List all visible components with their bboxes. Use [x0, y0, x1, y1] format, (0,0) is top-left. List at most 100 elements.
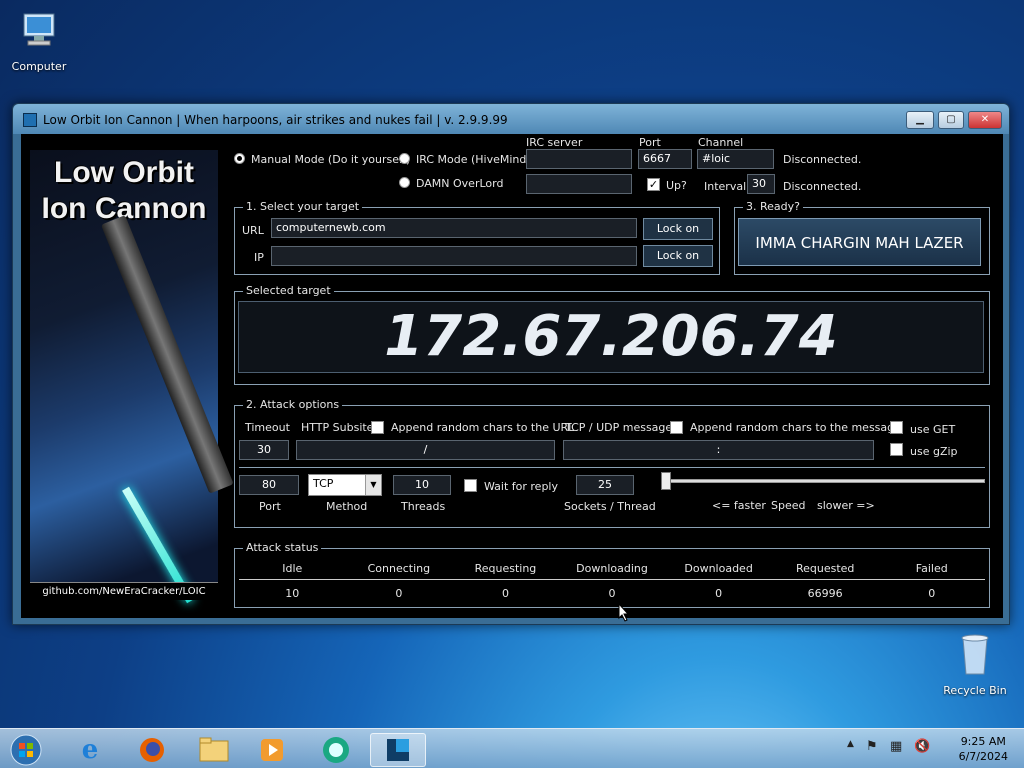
loic-banner-image: Low Orbit Ion Cannon [30, 150, 234, 604]
http-subsite-label: HTTP Subsite [301, 421, 374, 434]
manual-mode-radio[interactable] [234, 153, 245, 164]
network-icon[interactable]: ▦ [890, 739, 902, 754]
desktop-icon-computer[interactable]: Computer [4, 8, 74, 73]
status-header: Requesting [474, 562, 537, 575]
github-link[interactable]: github.com/NewEraCracker/LOIC [30, 582, 218, 600]
sockets-input[interactable]: 25 [576, 475, 634, 495]
lock-on-ip-button[interactable]: Lock on [643, 245, 713, 267]
irc-server-input[interactable] [526, 149, 632, 169]
ready-title: 3. Ready? [743, 200, 803, 213]
port-input[interactable]: 80 [239, 475, 299, 495]
app-icon [323, 737, 349, 763]
selected-target-ip: 172.67.206.74 [238, 301, 984, 373]
status-value: 0 [715, 587, 723, 600]
window-title: Low Orbit Ion Cannon | When harpoons, ai… [43, 113, 508, 127]
http-subsite-input[interactable]: / [296, 440, 555, 460]
ip-label: IP [254, 251, 264, 264]
action-center-flag-icon[interactable]: ⚑ [866, 739, 878, 754]
taskbar-internet-explorer[interactable]: e [62, 733, 118, 767]
taskbar-loic[interactable] [370, 733, 426, 767]
start-button[interactable] [2, 733, 50, 767]
threads-input[interactable]: 10 [393, 475, 451, 495]
sockets-label: Sockets / Thread [564, 500, 656, 513]
close-button[interactable]: ✕ [968, 111, 1002, 129]
status-value: 10 [285, 587, 300, 600]
folder-icon [199, 737, 229, 762]
attack-status-title: Attack status [243, 541, 322, 554]
slower-label: slower => [817, 499, 875, 512]
append-url-checkbox[interactable] [371, 421, 384, 434]
wait-reply-checkbox[interactable] [464, 479, 477, 492]
status-value-row: 10 0 0 0 0 66996 0 [239, 587, 985, 603]
system-clock[interactable]: 9:25 AM 6/7/2024 [959, 734, 1008, 764]
method-select[interactable]: TCP ▼ [308, 474, 382, 496]
loic-taskbar-icon [387, 739, 409, 761]
irc-status-1: Disconnected. [783, 153, 862, 166]
status-value: 66996 [807, 587, 843, 600]
desktop-icon-label: Recycle Bin [943, 684, 1007, 697]
tcp-udp-label: TCP / UDP message [565, 421, 673, 434]
computer-icon [23, 13, 55, 46]
threads-label: Threads [401, 500, 446, 513]
taskbar-explorer[interactable] [186, 733, 242, 767]
desktop-icon-recycle-bin[interactable]: Recycle Bin [940, 630, 1010, 697]
ip-input[interactable] [271, 246, 637, 266]
status-value: 0 [928, 587, 936, 600]
faster-label: <= faster [712, 499, 766, 512]
irc-status-2: Disconnected. [783, 180, 862, 193]
irc-server-label: IRC server [526, 136, 583, 149]
irc-port-label: Port [639, 136, 661, 149]
use-get-checkbox[interactable] [890, 421, 903, 434]
taskbar-app[interactable] [308, 733, 364, 767]
status-header: Downloading [576, 562, 648, 575]
append-msg-label: Append random chars to the message [690, 421, 901, 434]
timeout-input[interactable]: 30 [239, 440, 289, 460]
tcp-udp-input[interactable]: : [563, 440, 874, 460]
status-divider [239, 579, 985, 580]
desktop-icon-label: Computer [11, 60, 67, 73]
irc-channel-input[interactable]: #loic [697, 149, 774, 169]
append-msg-checkbox[interactable] [670, 421, 683, 434]
interval-label: Interval: [704, 180, 750, 193]
volume-muted-icon[interactable]: 🔇 [914, 739, 930, 754]
timeout-label: Timeout [245, 421, 290, 434]
up-checkbox[interactable]: ✓ [647, 178, 660, 191]
status-header: Requested [795, 562, 855, 575]
clock-date: 6/7/2024 [958, 750, 1008, 763]
interval-input[interactable]: 30 [747, 174, 775, 194]
firefox-icon [140, 738, 164, 762]
manual-mode-label: Manual Mode (Do it yourself) [251, 153, 411, 166]
overlord-server-input[interactable] [526, 174, 632, 194]
lock-on-url-button[interactable]: Lock on [643, 218, 713, 240]
chevron-down-icon[interactable]: ▼ [365, 475, 381, 495]
status-header: Downloaded [684, 562, 753, 575]
taskbar-firefox[interactable] [124, 733, 180, 767]
banner-title-line1: Low Orbit [54, 156, 194, 189]
overlord-mode-radio[interactable] [399, 177, 410, 188]
speed-slider-track[interactable] [667, 479, 985, 483]
speed-slider-thumb[interactable] [661, 472, 671, 490]
mouse-cursor-icon [618, 603, 630, 622]
show-hidden-icons-icon[interactable]: ▲ [847, 739, 854, 749]
minimize-button[interactable]: ▁ [906, 111, 934, 129]
use-get-label: use GET [910, 423, 956, 436]
attack-options-divider [239, 467, 985, 468]
status-header: Connecting [367, 562, 431, 575]
title-bar[interactable]: Low Orbit Ion Cannon | When harpoons, ai… [13, 104, 1009, 134]
cannon-illustration [100, 215, 234, 494]
method-value: TCP [313, 477, 334, 490]
irc-mode-radio[interactable] [399, 153, 410, 164]
attack-options-title: 2. Attack options [243, 398, 343, 411]
loic-window: Low Orbit Ion Cannon | When harpoons, ai… [12, 103, 1010, 625]
url-input[interactable]: computernewb.com [271, 218, 637, 238]
speed-label: Speed [771, 499, 806, 512]
clock-time: 9:25 AM [960, 735, 1006, 748]
irc-port-input[interactable]: 6667 [638, 149, 692, 169]
taskbar-media-player[interactable] [244, 733, 300, 767]
fire-lazer-button[interactable]: IMMA CHARGIN MAH LAZER [738, 218, 981, 266]
maximize-button[interactable]: ▢ [938, 111, 964, 129]
use-gzip-checkbox[interactable] [890, 443, 903, 456]
overlord-mode-label: DAMN OverLord [416, 177, 504, 190]
irc-channel-label: Channel [698, 136, 744, 149]
selected-target-title: Selected target [243, 284, 334, 297]
